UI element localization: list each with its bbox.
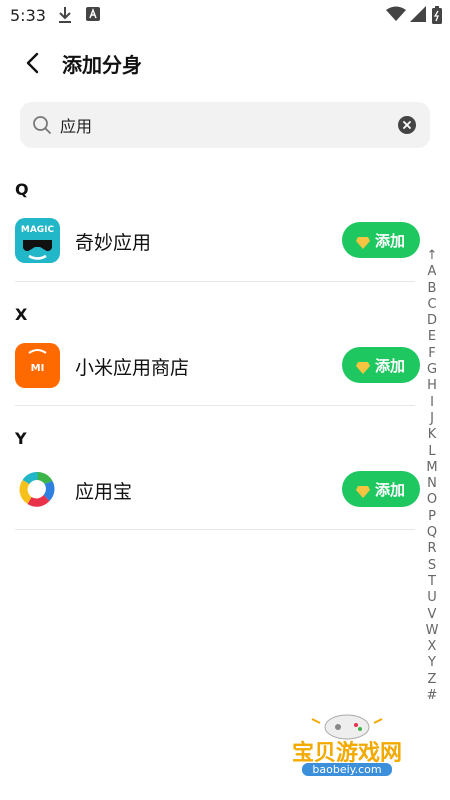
divider	[15, 281, 415, 282]
add-button-label: 添加	[375, 232, 406, 250]
index-letter[interactable]: P	[423, 509, 441, 525]
back-button[interactable]	[18, 48, 48, 78]
index-letter[interactable]: S	[423, 558, 441, 574]
index-letter[interactable]: Z	[423, 672, 441, 688]
mi-icon-text: MI	[31, 363, 45, 374]
clear-icon	[398, 116, 416, 134]
add-button-label: 添加	[375, 357, 406, 375]
yingyongbao-icon	[15, 467, 60, 512]
index-letter[interactable]: G	[423, 362, 441, 378]
index-letter[interactable]: #	[423, 688, 441, 704]
watermark-logo: 宝贝游戏网 baobeiy.com	[272, 705, 422, 795]
page-title: 添加分身	[62, 53, 142, 77]
back-arrow-icon	[26, 52, 39, 74]
section-letter: X	[15, 305, 28, 324]
divider	[15, 405, 415, 406]
add-button[interactable]: 添加	[342, 471, 420, 507]
index-letter[interactable]: Q	[423, 525, 441, 541]
index-letter[interactable]: W	[423, 623, 441, 639]
status-bar: 5:33	[0, 0, 450, 32]
magic-app-icon: MAGIC	[15, 218, 60, 263]
search-box[interactable]	[20, 102, 430, 148]
app-name: 奇妙应用	[75, 232, 152, 254]
index-letter[interactable]: X	[423, 639, 441, 655]
mi-store-icon: MI	[15, 343, 60, 388]
index-letter[interactable]: L	[423, 444, 441, 460]
index-letter[interactable]: H	[423, 378, 441, 394]
download-icon	[58, 6, 72, 28]
add-button-label: 添加	[375, 481, 406, 499]
search-input[interactable]	[60, 102, 400, 148]
index-letter[interactable]: O	[423, 492, 441, 508]
index-letter[interactable]: F	[423, 346, 441, 362]
app-row-yingyongbao: 应用宝 添加	[0, 449, 420, 529]
battery-icon	[432, 6, 442, 28]
index-letter[interactable]: U	[423, 590, 441, 606]
section-letter: Q	[15, 180, 29, 199]
index-letter[interactable]: E	[423, 329, 441, 345]
a-icon	[86, 6, 100, 26]
app-row-mi-store: MI 小米应用商店 添加	[0, 325, 420, 405]
diamond-icon	[356, 359, 370, 378]
index-letter[interactable]: T	[423, 574, 441, 590]
app-name: 应用宝	[75, 481, 133, 503]
app-name: 小米应用商店	[75, 357, 190, 379]
alphabet-index-bar[interactable]: ↑ A B C D E F G H I J K L M N O P Q R S T U V W X Y Z #	[423, 248, 441, 704]
add-button[interactable]: 添加	[342, 347, 420, 383]
signal-icon	[410, 6, 426, 26]
index-letter[interactable]: R	[423, 541, 441, 557]
watermark-url: baobeiy.com	[302, 763, 392, 776]
index-letter[interactable]: D	[423, 313, 441, 329]
clear-search-button[interactable]	[398, 116, 416, 134]
index-letter[interactable]: K	[423, 427, 441, 443]
divider	[15, 529, 415, 530]
index-letter[interactable]: ↑	[423, 248, 441, 264]
index-letter[interactable]: J	[423, 411, 441, 427]
index-letter[interactable]: I	[423, 395, 441, 411]
index-letter[interactable]: B	[423, 281, 441, 297]
index-letter[interactable]: N	[423, 476, 441, 492]
index-letter[interactable]: C	[423, 297, 441, 313]
index-letter[interactable]: M	[423, 460, 441, 476]
wifi-icon	[386, 6, 406, 26]
app-row-magic: MAGIC 奇妙应用 添加	[0, 200, 420, 280]
section-letter: Y	[15, 429, 27, 448]
diamond-icon	[356, 234, 370, 253]
header: 添加分身	[0, 40, 450, 84]
index-letter[interactable]: Y	[423, 655, 441, 671]
index-letter[interactable]: V	[423, 607, 441, 623]
magic-icon-text: MAGIC	[21, 225, 55, 235]
diamond-icon	[356, 483, 370, 502]
status-time: 5:33	[10, 6, 46, 25]
add-button[interactable]: 添加	[342, 222, 420, 258]
search-icon	[32, 115, 52, 139]
index-letter[interactable]: A	[423, 264, 441, 280]
